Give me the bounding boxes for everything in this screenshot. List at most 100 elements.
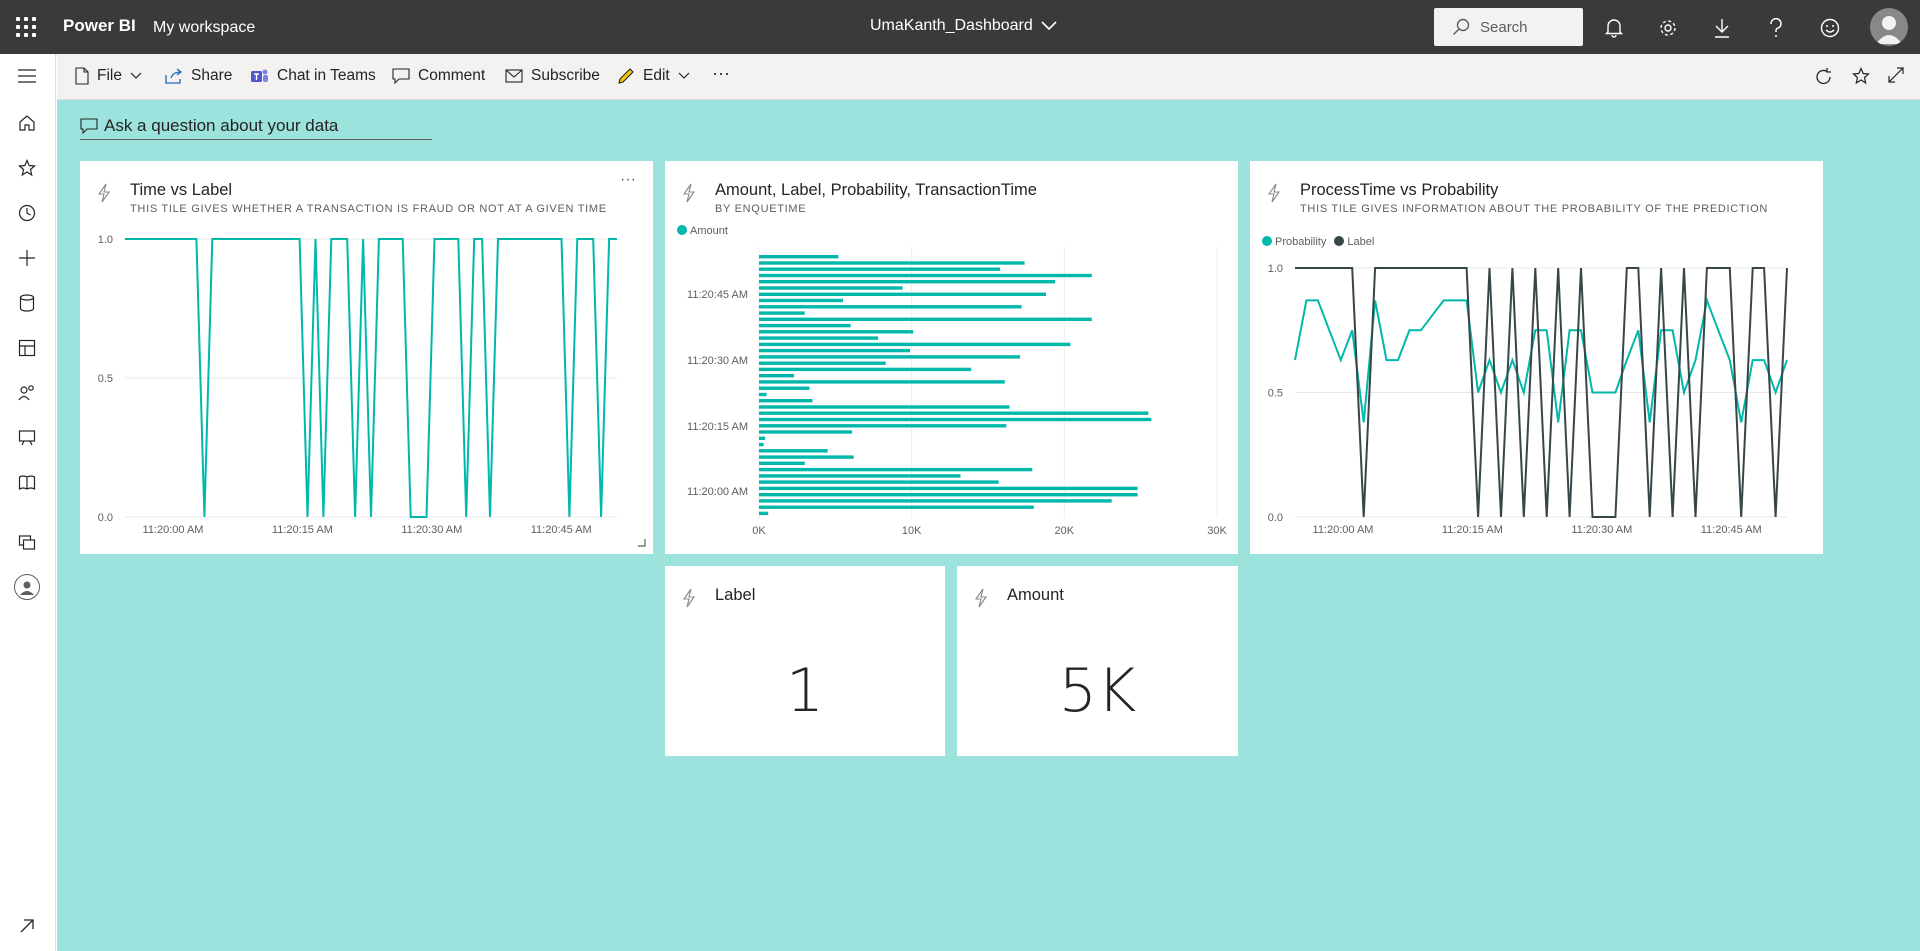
x-tick-label: 20K	[1055, 525, 1075, 537]
file-label: File	[97, 67, 122, 84]
bar	[759, 323, 851, 328]
get-data-arrow-icon[interactable]	[15, 914, 39, 938]
bar	[759, 292, 1046, 296]
bar	[759, 442, 764, 447]
bar	[759, 298, 843, 303]
y-tick-label: 0.5	[1268, 388, 1283, 400]
y-tick-label: 11:20:30 AM	[687, 355, 748, 367]
edit-menu-button[interactable]: Edit	[617, 67, 690, 85]
bar	[759, 355, 1021, 359]
dashboard-title-dropdown[interactable]: UmaKanth_Dashboard	[870, 17, 1057, 35]
goals-scorecard-icon[interactable]	[15, 336, 39, 360]
y-tick-label: 1.0	[98, 234, 113, 246]
user-avatar[interactable]	[1870, 8, 1908, 46]
time-vs-label-chart: 1.0 0.5 0.0 11:20:00 AM 11:20:15 AM 11:20:30 …	[98, 234, 617, 536]
workspaces-icon[interactable]	[15, 530, 39, 554]
tile-amount-bars[interactable]: Amount, Label, Probability, TransactionT…	[665, 161, 1238, 554]
x-tick-label: 11:20:45 AM	[1701, 524, 1762, 536]
bar	[759, 348, 911, 353]
app-launcher-icon[interactable]	[14, 15, 38, 39]
chat-in-teams-label: Chat in Teams	[277, 67, 376, 84]
download-icon[interactable]	[1709, 15, 1735, 41]
apps-people-icon[interactable]	[15, 381, 39, 405]
y-tick-label: 0.0	[98, 512, 113, 524]
chat-bubble-icon	[80, 117, 98, 134]
bar	[759, 474, 961, 478]
edit-label: Edit	[643, 67, 670, 84]
feedback-smiley-icon[interactable]	[1817, 15, 1843, 41]
x-tick-label: 11:20:30 AM	[1571, 524, 1632, 536]
create-plus-icon[interactable]	[15, 246, 39, 270]
bar	[759, 361, 886, 365]
fullscreen-expand-icon[interactable]	[1888, 67, 1904, 83]
bar	[759, 455, 854, 459]
x-tick-label: 11:20:00 AM	[143, 524, 204, 536]
comment-button[interactable]: Comment	[392, 67, 485, 85]
share-button[interactable]: Share	[165, 67, 232, 85]
more-options-button[interactable]: ···	[712, 63, 730, 84]
bar	[759, 511, 769, 516]
favorite-star-icon[interactable]	[1852, 67, 1870, 85]
comment-icon	[392, 68, 410, 84]
refresh-icon[interactable]	[1814, 67, 1834, 87]
processtime-probability-chart: 1.0 0.5 0.0 11:20:00 AM 11:20:15 AM 11:20:30 …	[1268, 263, 1788, 536]
x-tick-label: 11:20:15 AM	[272, 524, 333, 536]
bar	[759, 493, 1138, 497]
bar	[759, 424, 1007, 428]
resize-handle-icon[interactable]	[638, 539, 646, 547]
x-tick-label: 11:20:15 AM	[1442, 524, 1503, 536]
bar	[759, 505, 1034, 509]
datasets-cylinder-icon[interactable]	[15, 291, 39, 315]
file-menu-button[interactable]: File	[75, 67, 142, 85]
bar	[759, 417, 1152, 422]
y-tick-label: 0.0	[1268, 512, 1283, 524]
bar	[759, 480, 999, 484]
x-tick-label: 10K	[902, 525, 922, 537]
y-tick-label: 1.0	[1268, 263, 1283, 275]
bar	[759, 399, 813, 403]
subscribe-button[interactable]: Subscribe	[505, 67, 600, 85]
bar	[759, 405, 1010, 409]
bar	[759, 430, 853, 434]
chat-in-teams-button[interactable]: Chat in Teams	[250, 67, 376, 85]
search-box[interactable]: Search	[1434, 8, 1583, 46]
chevron-down-icon	[678, 72, 690, 79]
recent-clock-icon[interactable]	[15, 201, 39, 225]
brand-label[interactable]: Power BI	[63, 16, 136, 36]
tile-label-card[interactable]: Label 1	[665, 566, 945, 756]
learn-book-icon[interactable]	[15, 471, 39, 495]
x-tick-label: 11:20:45 AM	[531, 524, 592, 536]
home-icon[interactable]	[15, 111, 39, 135]
tile-amount-card[interactable]: Amount 5K	[957, 566, 1238, 756]
hamburger-menu-icon[interactable]	[15, 64, 39, 88]
mail-icon	[505, 69, 523, 83]
amount-bar-chart: 0K 10K 20K 30K 11:20:45 AM 11:20:30 AM 11:20:1…	[687, 247, 1227, 537]
bar	[759, 467, 1033, 472]
my-workspace-avatar-icon[interactable]	[14, 574, 40, 600]
qa-input[interactable]: Ask a question about your data	[80, 112, 432, 140]
tile-time-vs-label[interactable]: Time vs Label THIS TILE GIVES WHETHER A …	[80, 161, 653, 554]
teams-icon	[251, 69, 268, 82]
search-icon	[1453, 18, 1470, 35]
bar	[759, 317, 1092, 321]
bar	[759, 280, 1056, 284]
bar	[759, 311, 805, 315]
lightning-icon	[682, 588, 696, 608]
action-bar: File Share Chat in Teams Comment Subscri…	[57, 54, 1920, 100]
tile-processtime-vs-probability[interactable]: ProcessTime vs Probability THIS TILE GIV…	[1250, 161, 1823, 554]
settings-gear-icon[interactable]	[1655, 15, 1681, 41]
qa-label: Ask a question about your data	[104, 115, 339, 135]
notifications-bell-icon[interactable]	[1601, 15, 1627, 41]
help-icon[interactable]	[1763, 15, 1789, 41]
tile-title: Amount	[1007, 586, 1064, 604]
bar	[759, 330, 914, 334]
top-bar: Power BI My workspace UmaKanth_Dashboard…	[0, 0, 1920, 54]
y-tick-label: 0.5	[98, 373, 113, 385]
workspace-link[interactable]: My workspace	[153, 19, 255, 37]
x-tick-label: 30K	[1207, 525, 1227, 537]
favorites-star-icon[interactable]	[15, 156, 39, 180]
lightning-icon	[974, 588, 988, 608]
learn-presentation-icon[interactable]	[15, 426, 39, 450]
card-value: 5K	[1058, 656, 1137, 726]
tile-title: Label	[715, 586, 756, 604]
